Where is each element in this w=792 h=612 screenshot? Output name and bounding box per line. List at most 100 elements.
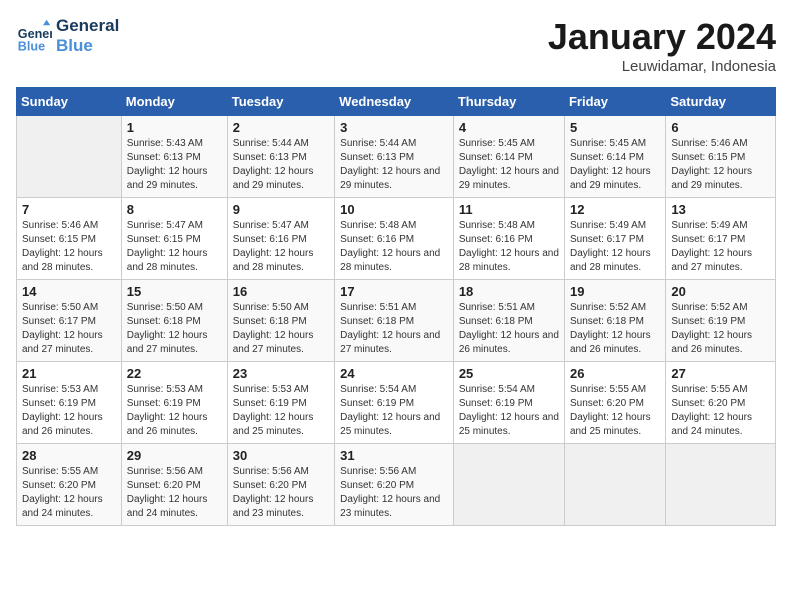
calendar-cell: 9 Sunrise: 5:47 AMSunset: 6:16 PMDaylight… [227, 198, 334, 280]
location-subtitle: Leuwidamar, Indonesia [548, 58, 776, 75]
calendar-cell: 16 Sunrise: 5:50 AMSunset: 6:18 PMDayligh… [227, 280, 334, 362]
calendar-cell: 24 Sunrise: 5:54 AMSunset: 6:19 PMDayligh… [335, 362, 454, 444]
svg-text:Blue: Blue [18, 40, 45, 54]
day-info: Sunrise: 5:46 AMSunset: 6:15 PMDaylight:… [22, 219, 116, 275]
day-number: 29 [127, 448, 222, 463]
calendar-cell: 5 Sunrise: 5:45 AMSunset: 6:14 PMDaylight… [564, 116, 665, 198]
day-number: 3 [340, 120, 448, 135]
day-info: Sunrise: 5:46 AMSunset: 6:15 PMDaylight:… [671, 137, 770, 193]
day-number: 11 [459, 202, 559, 217]
day-number: 5 [570, 120, 660, 135]
day-info: Sunrise: 5:51 AMSunset: 6:18 PMDaylight:… [340, 301, 448, 357]
calendar-cell: 11 Sunrise: 5:48 AMSunset: 6:16 PMDayligh… [453, 198, 564, 280]
calendar-cell: 25Sunrise: 5:54 AMSunset: 6:19 PMDayligh… [453, 362, 564, 444]
day-info: Sunrise: 5:51 AMSunset: 6:18 PMDaylight:… [459, 301, 559, 357]
day-info: Sunrise: 5:48 AMSunset: 6:16 PMDaylight:… [459, 219, 559, 275]
calendar-cell [17, 116, 122, 198]
calendar-cell: 4Sunrise: 5:45 AMSunset: 6:14 PMDaylight… [453, 116, 564, 198]
col-header-monday: Monday [121, 88, 227, 116]
day-info: Sunrise: 5:44 AMSunset: 6:13 PMDaylight:… [233, 137, 329, 193]
calendar-table: SundayMondayTuesdayWednesdayThursdayFrid… [16, 87, 776, 526]
day-info: Sunrise: 5:50 AMSunset: 6:17 PMDaylight:… [22, 301, 116, 357]
day-number: 16 [233, 284, 329, 299]
calendar-cell: 18 Sunrise: 5:51 AMSunset: 6:18 PMDayligh… [453, 280, 564, 362]
day-info: Sunrise: 5:52 AMSunset: 6:18 PMDaylight:… [570, 301, 660, 357]
day-info: Sunrise: 5:53 AMSunset: 6:19 PMDaylight:… [22, 383, 116, 439]
col-header-sunday: Sunday [17, 88, 122, 116]
day-info: Sunrise: 5:47 AMSunset: 6:15 PMDaylight:… [127, 219, 222, 275]
day-number: 23 [233, 366, 329, 381]
day-info: Sunrise: 5:44 AMSunset: 6:13 PMDaylight:… [340, 137, 448, 193]
calendar-cell: 8 Sunrise: 5:47 AMSunset: 6:15 PMDaylight… [121, 198, 227, 280]
calendar-cell: 6 Sunrise: 5:46 AMSunset: 6:15 PMDaylight… [666, 116, 776, 198]
calendar-week-row: 7Sunrise: 5:46 AMSunset: 6:15 PMDaylight… [17, 198, 776, 280]
col-header-friday: Friday [564, 88, 665, 116]
logo: General Blue General Blue [16, 16, 119, 57]
day-number: 24 [340, 366, 448, 381]
day-info: Sunrise: 5:55 AMSunset: 6:20 PMDaylight:… [671, 383, 770, 439]
calendar-week-row: 1Sunrise: 5:43 AMSunset: 6:13 PMDaylight… [17, 116, 776, 198]
col-header-wednesday: Wednesday [335, 88, 454, 116]
day-info: Sunrise: 5:56 AMSunset: 6:20 PMDaylight:… [233, 465, 329, 521]
calendar-week-row: 21 Sunrise: 5:53 AMSunset: 6:19 PMDayligh… [17, 362, 776, 444]
calendar-cell: 20 Sunrise: 5:52 AMSunset: 6:19 PMDayligh… [666, 280, 776, 362]
calendar-cell: 23 Sunrise: 5:53 AMSunset: 6:19 PMDayligh… [227, 362, 334, 444]
calendar-cell: 14 Sunrise: 5:50 AMSunset: 6:17 PMDayligh… [17, 280, 122, 362]
day-info: Sunrise: 5:43 AMSunset: 6:13 PMDaylight:… [127, 137, 222, 193]
day-number: 9 [233, 202, 329, 217]
calendar-cell: 2Sunrise: 5:44 AMSunset: 6:13 PMDaylight… [227, 116, 334, 198]
calendar-week-row: 14 Sunrise: 5:50 AMSunset: 6:17 PMDayligh… [17, 280, 776, 362]
calendar-week-row: 28Sunrise: 5:55 AMSunset: 6:20 PMDayligh… [17, 444, 776, 526]
calendar-cell [453, 444, 564, 526]
calendar-cell: 17 Sunrise: 5:51 AMSunset: 6:18 PMDayligh… [335, 280, 454, 362]
day-info: Sunrise: 5:50 AMSunset: 6:18 PMDaylight:… [233, 301, 329, 357]
day-info: Sunrise: 5:53 AMSunset: 6:19 PMDaylight:… [127, 383, 222, 439]
day-info: Sunrise: 5:52 AMSunset: 6:19 PMDaylight:… [671, 301, 770, 357]
calendar-cell [666, 444, 776, 526]
title-block: January 2024 Leuwidamar, Indonesia [548, 16, 776, 75]
day-number: 28 [22, 448, 116, 463]
day-number: 20 [671, 284, 770, 299]
calendar-cell: 29Sunrise: 5:56 AMSunset: 6:20 PMDayligh… [121, 444, 227, 526]
day-number: 12 [570, 202, 660, 217]
day-info: Sunrise: 5:53 AMSunset: 6:19 PMDaylight:… [233, 383, 329, 439]
calendar-cell: 1Sunrise: 5:43 AMSunset: 6:13 PMDaylight… [121, 116, 227, 198]
day-info: Sunrise: 5:47 AMSunset: 6:16 PMDaylight:… [233, 219, 329, 275]
calendar-cell: 21 Sunrise: 5:53 AMSunset: 6:19 PMDayligh… [17, 362, 122, 444]
day-number: 31 [340, 448, 448, 463]
day-number: 14 [22, 284, 116, 299]
day-info: Sunrise: 5:49 AMSunset: 6:17 PMDaylight:… [570, 219, 660, 275]
day-info: Sunrise: 5:45 AMSunset: 6:14 PMDaylight:… [459, 137, 559, 193]
calendar-cell: 31 Sunrise: 5:56 AMSunset: 6:20 PMDayligh… [335, 444, 454, 526]
calendar-cell: 27 Sunrise: 5:55 AMSunset: 6:20 PMDayligh… [666, 362, 776, 444]
day-number: 21 [22, 366, 116, 381]
page-header: General Blue General Blue January 2024 L… [16, 16, 776, 75]
day-number: 13 [671, 202, 770, 217]
calendar-cell: 28Sunrise: 5:55 AMSunset: 6:20 PMDayligh… [17, 444, 122, 526]
calendar-cell: 19 Sunrise: 5:52 AMSunset: 6:18 PMDayligh… [564, 280, 665, 362]
calendar-cell: 13 Sunrise: 5:49 AMSunset: 6:17 PMDayligh… [666, 198, 776, 280]
logo-general: General [56, 16, 119, 36]
logo-icon: General Blue [16, 18, 52, 54]
day-number: 17 [340, 284, 448, 299]
day-number: 6 [671, 120, 770, 135]
day-number: 8 [127, 202, 222, 217]
day-info: Sunrise: 5:54 AMSunset: 6:19 PMDaylight:… [459, 383, 559, 439]
calendar-cell: 15Sunrise: 5:50 AMSunset: 6:18 PMDayligh… [121, 280, 227, 362]
day-info: Sunrise: 5:55 AMSunset: 6:20 PMDaylight:… [570, 383, 660, 439]
day-number: 10 [340, 202, 448, 217]
day-number: 18 [459, 284, 559, 299]
day-info: Sunrise: 5:54 AMSunset: 6:19 PMDaylight:… [340, 383, 448, 439]
day-info: Sunrise: 5:45 AMSunset: 6:14 PMDaylight:… [570, 137, 660, 193]
col-header-saturday: Saturday [666, 88, 776, 116]
calendar-cell: 22Sunrise: 5:53 AMSunset: 6:19 PMDayligh… [121, 362, 227, 444]
logo-blue: Blue [56, 36, 119, 56]
col-header-thursday: Thursday [453, 88, 564, 116]
calendar-cell: 10Sunrise: 5:48 AMSunset: 6:16 PMDayligh… [335, 198, 454, 280]
day-info: Sunrise: 5:56 AMSunset: 6:20 PMDaylight:… [340, 465, 448, 521]
day-info: Sunrise: 5:49 AMSunset: 6:17 PMDaylight:… [671, 219, 770, 275]
day-number: 19 [570, 284, 660, 299]
col-header-tuesday: Tuesday [227, 88, 334, 116]
month-title: January 2024 [548, 16, 776, 58]
day-number: 27 [671, 366, 770, 381]
